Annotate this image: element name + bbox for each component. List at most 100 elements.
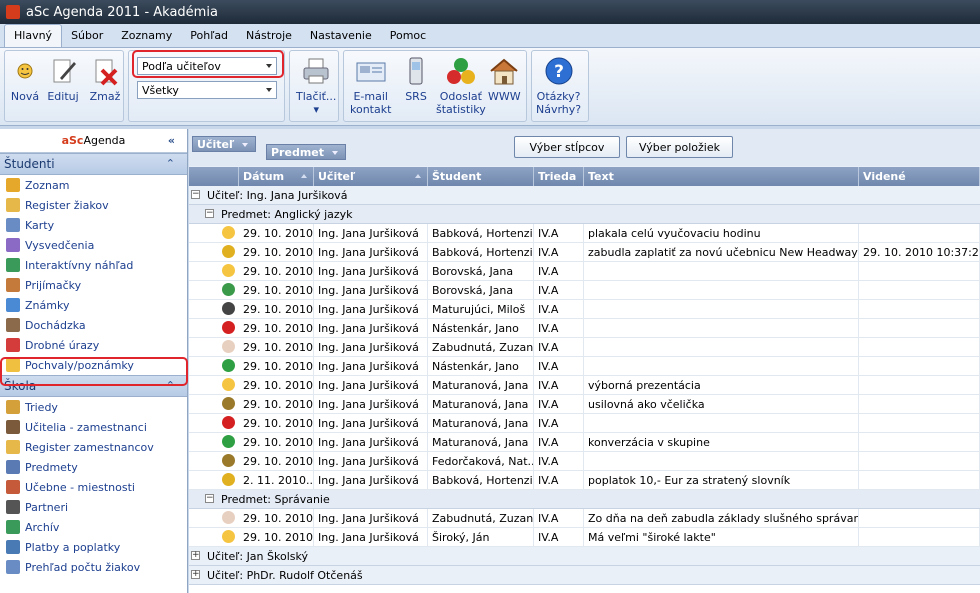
cell-student: Maturanová, Jana	[428, 395, 534, 413]
table-row[interactable]: 29. 10. 2010...Ing. Jana JuršikováMatura…	[189, 433, 980, 452]
sidebar-item[interactable]: Prijímačky	[0, 275, 187, 295]
vyber-stlpcov-button[interactable]: Výber stĺpcov	[514, 136, 620, 158]
coin-icon	[222, 245, 235, 258]
sidebar-item-label: Triedy	[25, 400, 58, 414]
table-row[interactable]: 29. 10. 2010...Ing. Jana JuršikováFedorč…	[189, 452, 980, 471]
cell-teacher: Ing. Jana Juršiková	[314, 395, 428, 413]
table-row[interactable]: 2. 11. 2010... Ing. Jana Juršiková Babková…	[189, 471, 980, 490]
cell-class: IV.A	[534, 262, 584, 280]
tlacit-button[interactable]: Tlačiť... ▾	[296, 55, 336, 116]
column-header-text[interactable]: Text	[584, 167, 859, 186]
tab-zoznamy[interactable]: Zoznamy	[112, 25, 181, 47]
sidebar-item[interactable]: Archív	[0, 517, 187, 537]
cell-text: usilovná ako včelička	[584, 395, 859, 413]
cell-date: 29. 10. 2010...	[239, 262, 314, 280]
table-row[interactable]: 29. 10. 2010...Ing. Jana JuršikováBorovs…	[189, 262, 980, 281]
sidebar-item[interactable]: Register zamestnancov	[0, 437, 187, 457]
cell-class: IV.A	[534, 414, 584, 432]
zmaz-button[interactable]: Zmaž	[89, 55, 121, 103]
tab-pohlad[interactable]: Pohľad	[181, 25, 237, 47]
collapse-group-icon[interactable]: −	[205, 209, 214, 218]
tab-subor[interactable]: Súbor	[62, 25, 112, 47]
collapse-group-icon[interactable]: −	[205, 494, 214, 503]
sidebar-item[interactable]: Prehľad počtu žiakov	[0, 557, 187, 577]
plus-icon	[222, 359, 235, 372]
table-row[interactable]: 29. 10. 2010...Ing. Jana JuršikováMaturu…	[189, 300, 980, 319]
sidebar-item[interactable]: Dochádzka	[0, 315, 187, 335]
cell-seen	[859, 262, 980, 280]
column-header-trieda[interactable]: Trieda	[534, 167, 584, 186]
table-row[interactable]: 29. 10. 2010...Ing. Jana JuršikováNásten…	[189, 319, 980, 338]
expand-group-icon[interactable]: +	[191, 551, 200, 560]
sidebar-item[interactable]: Interaktívny náhľad	[0, 255, 187, 275]
cell-date: 29. 10. 2010...	[239, 528, 314, 546]
cell-text	[584, 414, 859, 432]
cell-seen	[859, 433, 980, 451]
sidebar-item[interactable]: Register žiakov	[0, 195, 187, 215]
sidebar-item[interactable]: Známky	[0, 295, 187, 315]
section-studenti[interactable]: Študenti ⌃	[0, 153, 187, 175]
tab-hlavny[interactable]: Hlavný	[4, 24, 63, 47]
records-grid: Dátum Učiteľ Študent Trieda Text Videné …	[189, 167, 980, 593]
nova-button[interactable]: Nová	[9, 55, 41, 103]
group-row-teacher[interactable]: + Učiteľ: PhDr. Rudolf Otčenáš	[189, 566, 980, 585]
email-kontakt-button[interactable]: E-mail kontakt	[350, 55, 391, 116]
table-row[interactable]: 29. 10. 2010...Ing. Jana JuršikováBabkov…	[189, 224, 980, 243]
odoslat-statistiky-button[interactable]: Odoslať štatistiky	[436, 55, 486, 116]
sidebar-item[interactable]: Partneri	[0, 497, 187, 517]
edituj-button[interactable]: Edituj	[47, 55, 79, 103]
group-chip-predmet[interactable]: Predmet	[266, 144, 346, 160]
delete-icon	[89, 55, 121, 87]
cell-seen	[859, 395, 980, 413]
agenda-logo-header: aSc Agenda «	[0, 129, 187, 153]
table-row[interactable]: 29. 10. 2010...Ing. Jana JuršikováZabudn…	[189, 509, 980, 528]
column-header-ucitel[interactable]: Učiteľ	[314, 167, 428, 186]
column-header-videne[interactable]: Videné	[859, 167, 980, 186]
sidebar-item[interactable]: Učitelia - zamestnanci	[0, 417, 187, 437]
group-row-teacher[interactable]: − Učiteľ: Ing. Jana Juršiková	[189, 186, 980, 205]
sidebar-item-label: Register žiakov	[25, 198, 109, 212]
sidebar-item[interactable]: Platby a poplatky	[0, 537, 187, 557]
group-row-subject[interactable]: − Predmet: Anglický jazyk	[189, 205, 980, 224]
collapse-group-icon[interactable]: −	[191, 190, 200, 199]
sidebar-item-icon	[6, 218, 20, 232]
table-row[interactable]: 29. 10. 2010...Ing. Jana JuršikováŠiroký…	[189, 528, 980, 547]
table-row[interactable]: 29. 10. 2010...Ing. Jana JuršikováZabudn…	[189, 338, 980, 357]
expand-group-icon[interactable]: +	[191, 570, 200, 579]
column-header-datum[interactable]: Dátum	[239, 167, 314, 186]
table-row[interactable]: 29. 10. 2010...Ing. Jana JuršikováNásten…	[189, 357, 980, 376]
www-button[interactable]: WWW	[488, 55, 521, 103]
tab-pomoc[interactable]: Pomoc	[381, 25, 435, 47]
sidebar-item[interactable]: Drobné úrazy	[0, 335, 187, 355]
table-row[interactable]: 29. 10. 2010...Ing. Jana JuršikováBorovs…	[189, 281, 980, 300]
sidebar-item[interactable]: Triedy	[0, 397, 187, 417]
group-chip-ucitel[interactable]: Učiteľ	[192, 136, 256, 152]
cell-text: zabudla zaplatiť za novú učebnicu New He…	[584, 243, 859, 261]
vyber-poloziek-button[interactable]: Výber položiek	[626, 136, 733, 158]
srs-button[interactable]: SRS	[400, 55, 432, 103]
house-icon	[488, 55, 520, 87]
sidebar-item[interactable]: Predmety	[0, 457, 187, 477]
column-header-student[interactable]: Študent	[428, 167, 534, 186]
cell-date: 29. 10. 2010...	[239, 243, 314, 261]
sidebar-item[interactable]: Vysvedčenia	[0, 235, 187, 255]
table-row[interactable]: 29. 10. 2010...Ing. Jana JuršikováMatura…	[189, 376, 980, 395]
cell-class: IV.A	[534, 243, 584, 261]
sidebar-item-icon	[6, 278, 20, 292]
filter-secondary-select[interactable]: Všetky	[137, 81, 277, 99]
sidebar-item[interactable]: Učebne - miestnosti	[0, 477, 187, 497]
group-row-teacher[interactable]: + Učiteľ: Jan Školský	[189, 547, 980, 566]
sidebar-item-label: Karty	[25, 218, 55, 232]
group-row-subject[interactable]: − Predmet: Správanie	[189, 490, 980, 509]
collapse-panel-icon[interactable]: «	[168, 134, 175, 147]
email-card-icon	[355, 55, 387, 87]
table-row[interactable]: 29. 10. 2010...Ing. Jana JuršikováMatura…	[189, 395, 980, 414]
sidebar-item[interactable]: Zoznam	[0, 175, 187, 195]
otazky-navrhy-button[interactable]: ? Otázky? Návrhy?	[536, 55, 581, 116]
table-row[interactable]: 29. 10. 2010...Ing. Jana JuršikováBabkov…	[189, 243, 980, 262]
sidebar-item[interactable]: Karty	[0, 215, 187, 235]
tab-nastavenie[interactable]: Nastavenie	[301, 25, 381, 47]
tab-nastroje[interactable]: Nástroje	[237, 25, 301, 47]
table-row[interactable]: 29. 10. 2010...Ing. Jana JuršikováMatura…	[189, 414, 980, 433]
mobile-phone-icon	[400, 55, 432, 87]
